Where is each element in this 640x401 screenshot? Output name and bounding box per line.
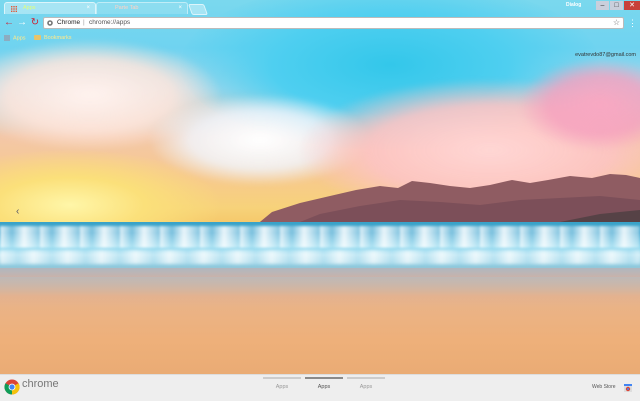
folder-icon bbox=[34, 35, 41, 41]
tab-parte[interactable]: Parte Tab × bbox=[96, 2, 188, 14]
bottom-bar: chrome Apps Apps Apps Web Store bbox=[0, 374, 640, 401]
omnibox-separator: | bbox=[83, 19, 85, 26]
page-switcher-apps-3[interactable]: Apps bbox=[347, 377, 385, 390]
wallpaper-background bbox=[0, 0, 640, 400]
address-bar[interactable]: Chrome | chrome://apps ☆ bbox=[43, 17, 624, 29]
apps-grid-icon bbox=[11, 6, 17, 12]
bookmark-folder[interactable]: Bookmarks bbox=[34, 35, 72, 41]
wave-surf bbox=[0, 226, 640, 248]
tab-label: Parte Tab bbox=[115, 5, 139, 11]
apps-grid-icon bbox=[4, 35, 10, 41]
page-label: Apps bbox=[359, 384, 373, 390]
minimize-button[interactable]: – bbox=[596, 1, 609, 10]
chevron-left-icon[interactable]: ‹ bbox=[16, 206, 19, 217]
tab-strip: Apps × Parte Tab × Dialog – □ ✕ bbox=[0, 0, 640, 15]
chrome-page-icon bbox=[47, 20, 53, 26]
web-store-icon[interactable] bbox=[624, 384, 632, 392]
toolbar: ← → ↻ Chrome | chrome://apps ☆ ⋮ bbox=[0, 14, 640, 34]
close-icon[interactable]: × bbox=[178, 5, 182, 11]
page-indicator bbox=[305, 377, 343, 379]
bookmark-folder-label: Bookmarks bbox=[44, 35, 72, 41]
page-label: Apps bbox=[317, 384, 331, 390]
bookmark-apps-label: Apps bbox=[13, 35, 26, 42]
page-indicator bbox=[347, 377, 385, 379]
page-label: Apps bbox=[275, 384, 289, 390]
page-indicator bbox=[263, 377, 301, 379]
arrow-left-icon[interactable]: ← bbox=[3, 17, 15, 29]
close-icon[interactable]: × bbox=[86, 5, 90, 11]
page-switcher-apps-2[interactable]: Apps bbox=[305, 377, 343, 390]
mountains bbox=[255, 174, 640, 226]
chrome-logo-text: chrome bbox=[22, 378, 59, 390]
wet-sand bbox=[0, 268, 640, 308]
maximize-button[interactable]: □ bbox=[610, 1, 623, 10]
page-switcher-apps-1[interactable]: Apps bbox=[263, 377, 301, 390]
reload-icon[interactable]: ↻ bbox=[29, 17, 41, 29]
arrow-right-icon[interactable]: → bbox=[16, 17, 28, 29]
bookmark-apps[interactable]: Apps bbox=[4, 35, 26, 41]
omnibox-host: Chrome bbox=[57, 19, 81, 26]
menu-icon[interactable]: ⋮ bbox=[628, 17, 637, 29]
tab-apps[interactable]: Apps × bbox=[4, 2, 96, 14]
omnibox-url[interactable]: chrome://apps bbox=[89, 19, 130, 26]
close-window-button[interactable]: ✕ bbox=[624, 1, 640, 10]
bookmarks-bar: Apps Bookmarks bbox=[0, 34, 640, 46]
tab-label: Apps bbox=[23, 5, 36, 11]
chrome-logo-icon bbox=[4, 379, 20, 395]
profile-name[interactable]: Dialog bbox=[566, 2, 581, 8]
star-icon[interactable]: ☆ bbox=[613, 18, 620, 27]
wave-foam bbox=[0, 250, 640, 264]
user-email[interactable]: evatrevdo87@gmail.com bbox=[575, 52, 636, 58]
web-store-link[interactable]: Web Store bbox=[592, 384, 616, 390]
